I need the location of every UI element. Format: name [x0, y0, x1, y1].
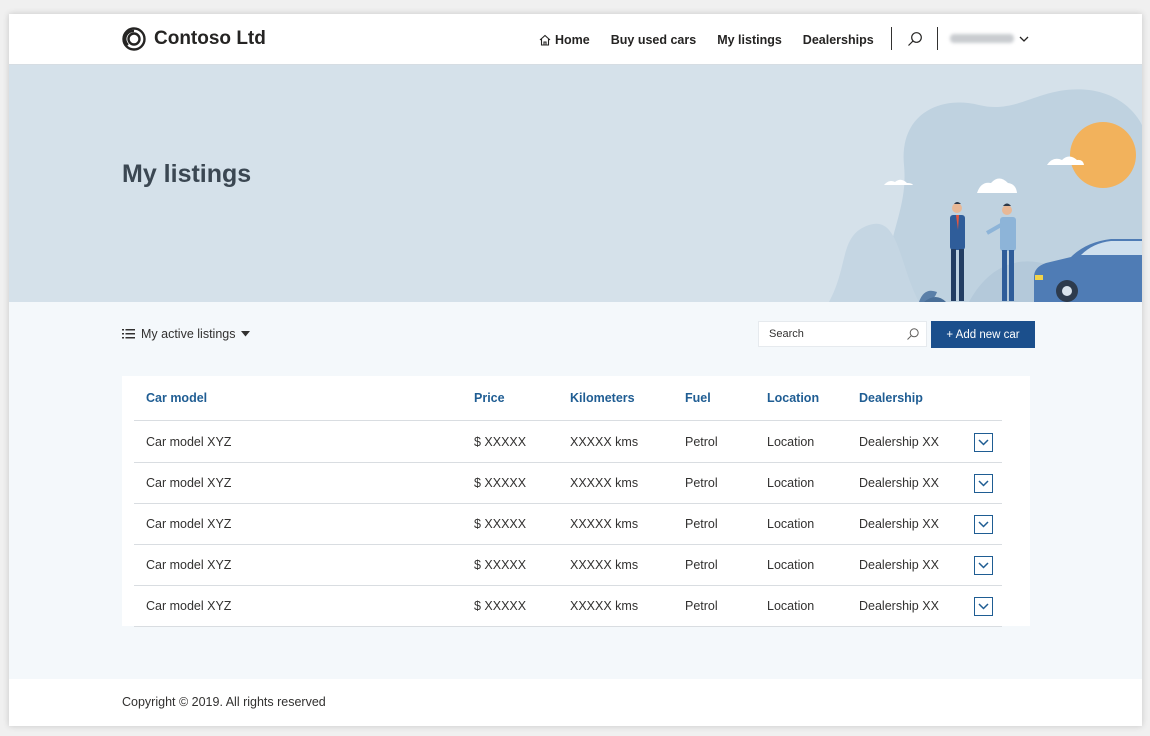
- nav-my-listings[interactable]: My listings: [717, 33, 782, 47]
- cell-location: Location: [767, 435, 815, 449]
- chevron-down-icon: [978, 520, 989, 528]
- cell-kilometers: XXXXX kms: [570, 435, 639, 449]
- listing-filter-dropdown[interactable]: My active listings: [122, 327, 251, 341]
- nav-home-label: Home: [555, 32, 590, 47]
- search-icon[interactable]: [906, 30, 924, 48]
- chevron-down-icon[interactable]: [1018, 33, 1030, 45]
- cell-price: $ XXXXX: [474, 599, 527, 613]
- cell-dealership: Dealership XX: [859, 517, 939, 531]
- cell-location: Location: [767, 476, 815, 490]
- cell-dealership: Dealership XX: [859, 476, 939, 490]
- cell-fuel: Petrol: [685, 558, 718, 572]
- expand-row-button[interactable]: [974, 514, 993, 534]
- cell-car-model: Car model XYZ: [146, 476, 232, 490]
- chevron-down-icon: [978, 438, 989, 446]
- home-icon: [539, 34, 551, 46]
- contoso-logo-icon: [122, 27, 146, 51]
- table-header-row: Car model Price Kilometers Fuel Location…: [134, 376, 1002, 421]
- cell-car-model: Car model XYZ: [146, 517, 232, 531]
- expand-row-button[interactable]: [974, 473, 993, 493]
- cell-location: Location: [767, 558, 815, 572]
- cell-price: $ XXXXX: [474, 517, 527, 531]
- car-sale-illustration: [829, 89, 1142, 302]
- footer: Copyright © 2019. All rights reserved: [9, 679, 1142, 726]
- user-name-blurred[interactable]: [950, 34, 1014, 43]
- nav-dealerships-label: Dealerships: [802, 32, 874, 47]
- cell-fuel: Petrol: [685, 517, 718, 531]
- add-new-car-button[interactable]: + Add new car: [931, 321, 1035, 348]
- table-row[interactable]: Car model XYZ $ XXXXX XXXXX kms Petrol L…: [134, 504, 1002, 545]
- top-navigation-bar: Contoso Ltd Home Buy used cars My listin…: [9, 14, 1142, 65]
- listings-table: Car model Price Kilometers Fuel Location…: [122, 376, 1030, 627]
- column-header-car-model[interactable]: Car model: [146, 391, 207, 405]
- search-input[interactable]: [759, 322, 899, 346]
- column-header-fuel[interactable]: Fuel: [685, 391, 711, 405]
- expand-row-button[interactable]: [974, 596, 993, 616]
- cell-price: $ XXXXX: [474, 558, 527, 572]
- cell-car-model: Car model XYZ: [146, 558, 232, 572]
- cell-fuel: Petrol: [685, 476, 718, 490]
- cell-dealership: Dealership XX: [859, 558, 939, 572]
- expand-row-button[interactable]: [974, 555, 993, 575]
- cell-car-model: Car model XYZ: [146, 435, 232, 449]
- chevron-down-icon: [978, 602, 989, 610]
- cell-kilometers: XXXXX kms: [570, 517, 639, 531]
- app-window: Contoso Ltd Home Buy used cars My listin…: [9, 14, 1142, 726]
- copyright-text: Copyright © 2019. All rights reserved: [122, 695, 326, 709]
- nav-divider: [891, 27, 892, 50]
- table-row[interactable]: Car model XYZ $ XXXXX XXXXX kms Petrol L…: [134, 586, 1002, 627]
- page-title: My listings: [122, 160, 252, 188]
- main-nav: Home Buy used cars My listings Dealershi…: [539, 14, 895, 65]
- nav-divider: [937, 27, 938, 50]
- nav-my-listings-label: My listings: [717, 32, 782, 47]
- hero-banner: My listings: [9, 65, 1142, 302]
- cell-car-model: Car model XYZ: [146, 599, 232, 613]
- brand[interactable]: Contoso Ltd: [122, 27, 266, 51]
- list-icon: [122, 329, 135, 339]
- column-header-location[interactable]: Location: [767, 391, 819, 405]
- cell-location: Location: [767, 599, 815, 613]
- table-row[interactable]: Car model XYZ $ XXXXX XXXXX kms Petrol L…: [134, 422, 1002, 463]
- cell-kilometers: XXXXX kms: [570, 599, 639, 613]
- cell-dealership: Dealership XX: [859, 435, 939, 449]
- filter-label: My active listings: [141, 327, 236, 341]
- cell-fuel: Petrol: [685, 435, 718, 449]
- expand-row-button[interactable]: [974, 432, 993, 452]
- nav-dealerships[interactable]: Dealerships: [803, 33, 874, 47]
- caret-down-icon: [241, 331, 251, 337]
- chevron-down-icon: [978, 561, 989, 569]
- table-row[interactable]: Car model XYZ $ XXXXX XXXXX kms Petrol L…: [134, 545, 1002, 586]
- column-header-dealership[interactable]: Dealership: [859, 391, 923, 405]
- brand-name: Contoso Ltd: [154, 28, 266, 49]
- cell-dealership: Dealership XX: [859, 599, 939, 613]
- listing-search-box: [758, 321, 927, 347]
- cell-price: $ XXXXX: [474, 435, 527, 449]
- nav-buy-used-cars-label: Buy used cars: [610, 32, 697, 47]
- cell-fuel: Petrol: [685, 599, 718, 613]
- cell-kilometers: XXXXX kms: [570, 558, 639, 572]
- nav-buy-used-cars[interactable]: Buy used cars: [611, 33, 696, 47]
- cell-kilometers: XXXXX kms: [570, 476, 639, 490]
- cell-price: $ XXXXX: [474, 476, 527, 490]
- cell-location: Location: [767, 517, 815, 531]
- search-icon[interactable]: [906, 327, 920, 341]
- chevron-down-icon: [978, 479, 989, 487]
- table-row[interactable]: Car model XYZ $ XXXXX XXXXX kms Petrol L…: [134, 463, 1002, 504]
- column-header-price[interactable]: Price: [474, 391, 505, 405]
- nav-home[interactable]: Home: [539, 33, 590, 47]
- column-header-kilometers[interactable]: Kilometers: [570, 391, 635, 405]
